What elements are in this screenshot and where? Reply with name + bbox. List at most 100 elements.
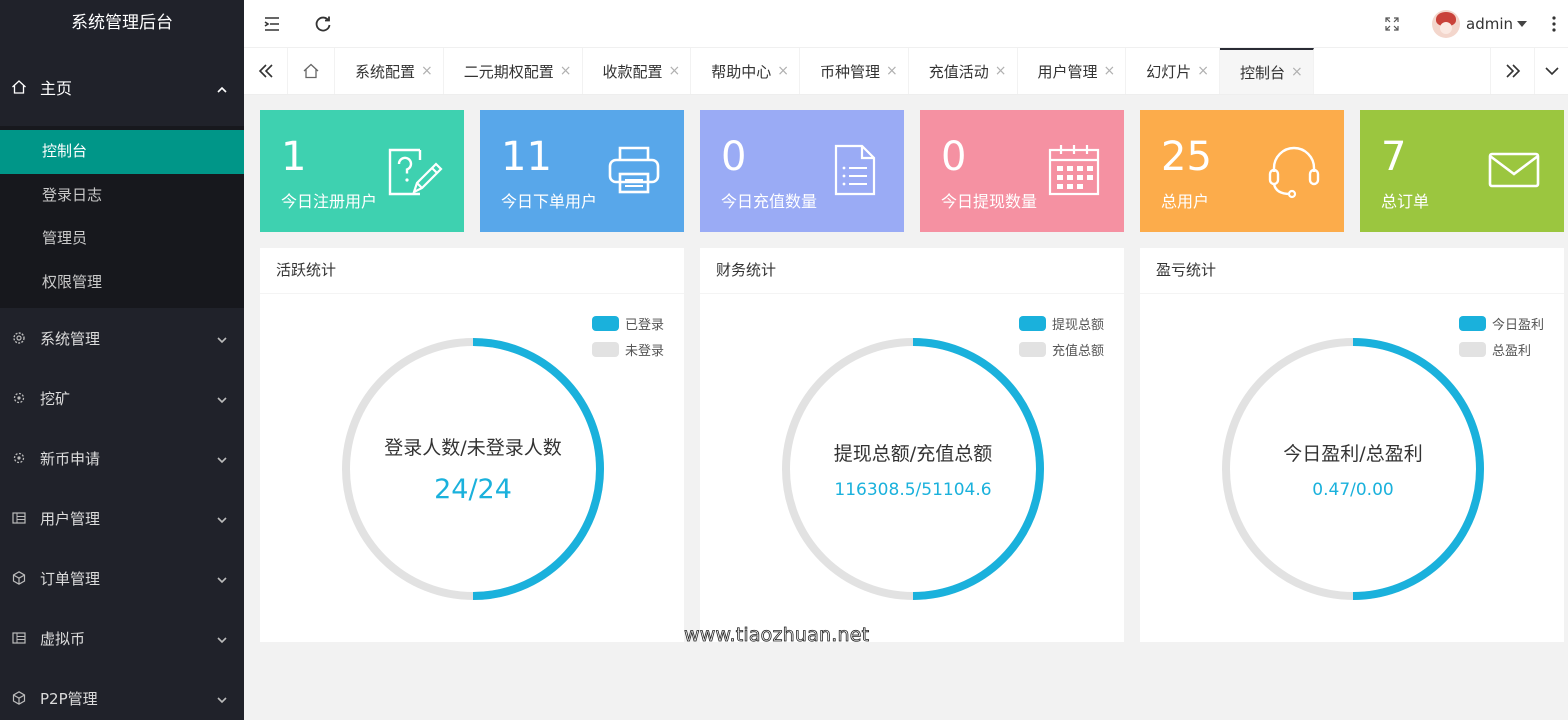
- tab-label: 用户管理: [1037, 62, 1098, 81]
- close-icon[interactable]: ×: [886, 63, 898, 79]
- tab-user-management[interactable]: 用户管理 ×: [1018, 48, 1127, 94]
- sidebar-group-label: 订单管理: [40, 569, 101, 588]
- close-icon[interactable]: ×: [1197, 63, 1209, 79]
- ring-value: 0.47/0.00: [1312, 479, 1394, 500]
- legend-label: 充值总额: [1051, 343, 1104, 359]
- stat-value: 25: [1161, 134, 1212, 180]
- sidebar-group-label: 主页: [40, 79, 73, 98]
- stat-label: 今日充值数量: [721, 192, 818, 211]
- sidebar-group-users[interactable]: 用户管理: [0, 488, 244, 548]
- home-icon: [10, 78, 28, 96]
- ring-value: 116308.5/51104.6: [834, 479, 992, 500]
- panel-title: 盈亏统计: [1140, 248, 1564, 294]
- legend-item[interactable]: 已登录: [591, 310, 664, 336]
- stat-label: 今日提现数量: [941, 192, 1038, 211]
- brand-title: 系统管理后台: [71, 13, 173, 33]
- stat-label: 今日注册用户: [281, 192, 378, 211]
- refresh-button[interactable]: [311, 12, 335, 36]
- close-icon[interactable]: ×: [1291, 64, 1303, 80]
- home-icon: [303, 63, 319, 79]
- chevron-up-icon: [216, 81, 228, 93]
- chevron-down-icon: [216, 452, 228, 464]
- tab-label: 收款配置: [602, 62, 663, 81]
- more-button[interactable]: [1542, 12, 1566, 36]
- stat-card-today-withdrawals[interactable]: 0 今日提现数量: [920, 110, 1124, 232]
- menu-collapse-button[interactable]: [260, 12, 284, 36]
- stat-card-today-order-users[interactable]: 11 今日下单用户: [480, 110, 684, 232]
- chevron-down-icon: [216, 392, 228, 404]
- tab-label: 二元期权配置: [463, 62, 554, 81]
- tab-binary-option-config[interactable]: 二元期权配置 ×: [444, 48, 583, 94]
- stat-card-today-registrations[interactable]: 1 今日注册用户: [260, 110, 464, 232]
- double-chevron-right-icon: [1505, 64, 1520, 78]
- tab-console[interactable]: 控制台 ×: [1220, 48, 1314, 94]
- close-icon[interactable]: ×: [421, 63, 433, 79]
- tabs-scroll-right-button[interactable]: [1490, 48, 1534, 94]
- sidebar-group-p2p[interactable]: P2P管理: [0, 668, 244, 720]
- sidebar-item-console[interactable]: 控制台: [0, 130, 244, 174]
- panel-finance: 财务统计 提现总额 充值总额 提现总额/充值总额 116308.5/51104.…: [700, 248, 1124, 642]
- panel-activity: 活跃统计 已登录 未登录 登录人数/未登录人数 24/24: [260, 248, 684, 642]
- sidebar-group-mining[interactable]: 挖矿: [0, 368, 244, 428]
- cog-icon: [10, 449, 28, 467]
- legend-item[interactable]: 提现总额: [1018, 310, 1104, 336]
- stat-label: 今日下单用户: [501, 192, 598, 211]
- double-chevron-left-icon: [258, 64, 273, 78]
- chevron-down-icon: [216, 692, 228, 704]
- stat-label: 总订单: [1381, 192, 1430, 211]
- top-header: admin: [244, 0, 1568, 48]
- sidebar-item-admins[interactable]: 管理员: [0, 217, 244, 261]
- close-icon[interactable]: ×: [560, 63, 572, 79]
- panel-profit-loss: 盈亏统计 今日盈利 总盈利 今日盈利/总盈利 0.47/0.00: [1140, 248, 1564, 642]
- tab-system-config[interactable]: 系统配置 ×: [335, 48, 444, 94]
- close-icon[interactable]: ×: [777, 63, 789, 79]
- sidebar-group-label: 新币申请: [40, 449, 101, 468]
- ring-center: 提现总额/充值总额 116308.5/51104.6: [780, 336, 1046, 602]
- sidebar-group-virtual-coin[interactable]: 虚拟币: [0, 608, 244, 668]
- chevron-down-icon: [216, 572, 228, 584]
- sidebar-group-home[interactable]: 主页: [0, 48, 244, 126]
- home-submenu: 控制台 登录日志 管理员 权限管理: [0, 126, 244, 308]
- tab-bar: 系统配置 × 二元期权配置 × 收款配置 × 帮助中心 × 币种管理 × 充值活动 × 用户…: [244, 48, 1568, 95]
- tab-currency-management[interactable]: 币种管理 ×: [800, 48, 909, 94]
- tabs-scroll-left-button[interactable]: [244, 48, 288, 94]
- stat-value: 0: [721, 134, 747, 180]
- stat-card-today-recharges[interactable]: 0 今日充值数量: [700, 110, 904, 232]
- tab-label: 系统配置: [355, 62, 416, 81]
- refresh-icon: [315, 16, 331, 32]
- table-icon: [10, 509, 28, 527]
- stat-value: 0: [941, 134, 967, 180]
- indent-icon: [264, 17, 279, 31]
- gear-icon: [10, 329, 28, 347]
- sidebar: 系统管理后台 主页 控制台 登录日志 管理员 权限管理 系统管理 挖矿 新币申请: [0, 0, 244, 720]
- chevron-down-icon: [216, 332, 228, 344]
- fullscreen-button[interactable]: [1380, 12, 1404, 36]
- user-menu[interactable]: admin: [1432, 8, 1528, 40]
- sidebar-group-label: P2P管理: [40, 689, 98, 708]
- sidebar-group-label: 挖矿: [40, 389, 71, 408]
- sidebar-group-orders[interactable]: 订单管理: [0, 548, 244, 608]
- close-icon[interactable]: ×: [669, 63, 681, 79]
- sidebar-item-login-log[interactable]: 登录日志: [0, 174, 244, 218]
- table-icon: [10, 629, 28, 647]
- close-icon[interactable]: ×: [995, 63, 1007, 79]
- legend-item[interactable]: 今日盈利: [1458, 310, 1544, 336]
- close-icon[interactable]: ×: [1104, 63, 1116, 79]
- tabs-dropdown-button[interactable]: [1534, 48, 1568, 94]
- sidebar-group-new-coin[interactable]: 新币申请: [0, 428, 244, 488]
- ring-center: 今日盈利/总盈利 0.47/0.00: [1220, 336, 1486, 602]
- tab-recharge-activity[interactable]: 充值活动 ×: [909, 48, 1018, 94]
- tab-home[interactable]: [288, 48, 335, 94]
- stat-card-total-users[interactable]: 25 总用户: [1140, 110, 1344, 232]
- calendar-icon: [1048, 145, 1100, 196]
- ring-label: 今日盈利/总盈利: [1283, 442, 1423, 465]
- sidebar-group-system[interactable]: 系统管理: [0, 308, 244, 368]
- tab-label: 帮助中心: [711, 62, 772, 81]
- ring-center: 登录人数/未登录人数 24/24: [340, 336, 606, 602]
- stat-card-total-orders[interactable]: 7 总订单: [1360, 110, 1564, 232]
- tab-help-center[interactable]: 帮助中心 ×: [691, 48, 800, 94]
- sidebar-item-permissions[interactable]: 权限管理: [0, 261, 244, 305]
- tab-slideshow[interactable]: 幻灯片 ×: [1126, 48, 1220, 94]
- tab-strip: 系统配置 × 二元期权配置 × 收款配置 × 帮助中心 × 币种管理 × 充值活动 × 用户…: [335, 48, 1314, 94]
- tab-payment-config[interactable]: 收款配置 ×: [583, 48, 692, 94]
